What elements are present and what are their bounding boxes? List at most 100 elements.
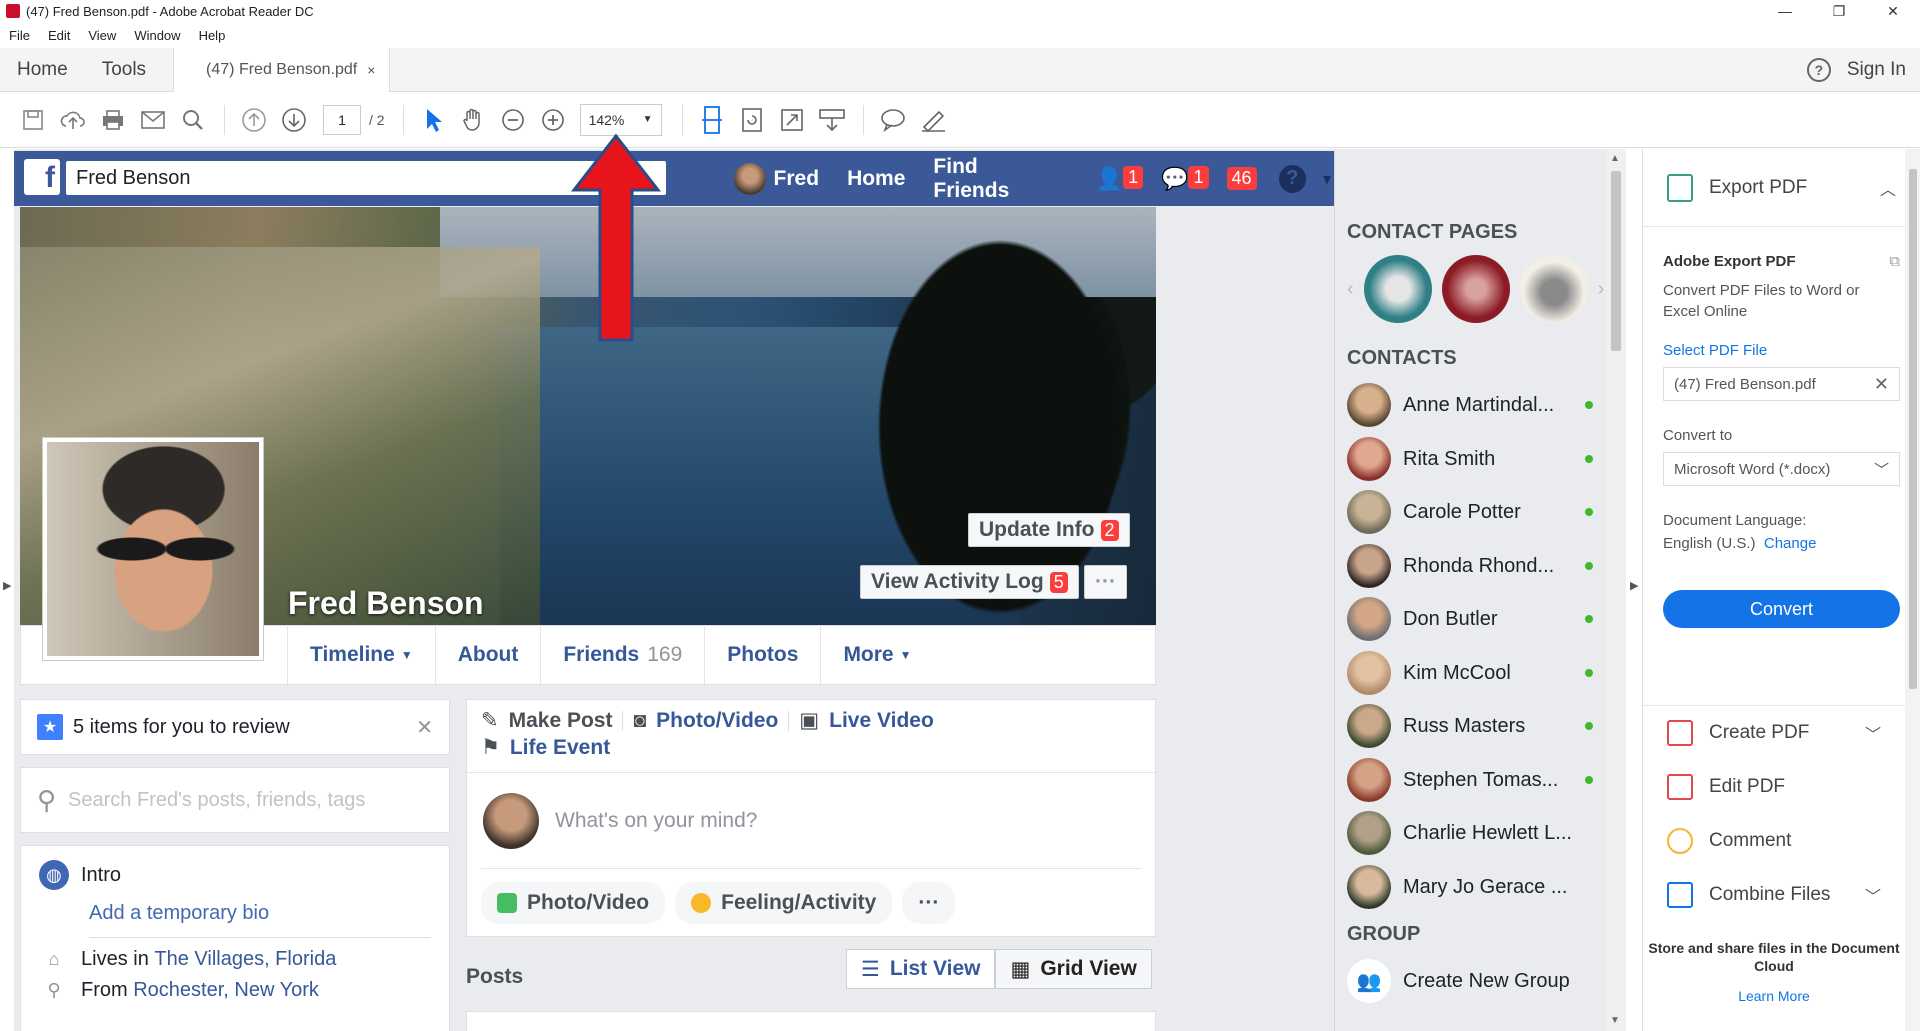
menu-help[interactable]: Help	[190, 28, 235, 43]
contact-item[interactable]: Don Butler	[1347, 597, 1593, 641]
format-dropdown[interactable]: Microsoft Word (*.docx) ﹀	[1663, 452, 1900, 486]
zoom-out-icon[interactable]	[494, 101, 532, 139]
tab-home[interactable]: Home	[0, 59, 85, 81]
contact-item[interactable]: Anne Martindal...	[1347, 383, 1593, 427]
make-post-tab[interactable]: Make Post	[509, 709, 613, 733]
more-options-button[interactable]: ···	[1084, 565, 1127, 599]
selected-file-field[interactable]: (47) Fred Benson.pdf ✕	[1663, 367, 1900, 401]
chevron-right-icon[interactable]: ›	[1598, 278, 1605, 301]
lives-in-link[interactable]: The Villages, Florida	[154, 948, 336, 971]
contact-item[interactable]: Rhonda Rhond...	[1347, 544, 1593, 588]
profile-search-card[interactable]: ⚲ Search Fred's posts, friends, tags	[20, 767, 450, 833]
grid-view-button[interactable]: ▦ Grid View	[995, 949, 1152, 989]
copy-icon[interactable]: ⧉	[1889, 253, 1900, 270]
tab-about[interactable]: About	[434, 625, 541, 685]
contact-page-image[interactable]	[1441, 255, 1510, 323]
from-link[interactable]: Rochester, New York	[133, 979, 319, 1002]
photo-video-tab[interactable]: Photo/Video	[656, 709, 778, 733]
dismiss-icon[interactable]: ✕	[416, 715, 433, 740]
combine-files-tool[interactable]: Combine Files ﹀	[1643, 868, 1905, 922]
minimize-button[interactable]: —	[1758, 0, 1812, 22]
activity-log-button[interactable]: View Activity Log 5	[860, 565, 1079, 599]
print-icon[interactable]	[94, 101, 132, 139]
scroll-up-icon[interactable]: ▲	[1610, 153, 1620, 164]
feeling-activity-button[interactable]: Feeling/Activity	[675, 881, 893, 924]
chevron-down-icon[interactable]: ﹀	[1865, 883, 1881, 907]
notifications-button[interactable]: 46	[1226, 167, 1257, 190]
page-number-input[interactable]: 1	[323, 104, 361, 135]
read-mode-icon[interactable]	[813, 101, 851, 139]
chevron-down-icon[interactable]: ﹀	[1865, 721, 1881, 745]
select-cursor-icon[interactable]	[414, 101, 452, 139]
profile-picture[interactable]	[42, 437, 264, 661]
update-info-button[interactable]: Update Info 2	[968, 513, 1130, 547]
save-icon[interactable]	[14, 101, 52, 139]
tab-more[interactable]: More ▼	[820, 625, 933, 685]
previous-page-icon[interactable]	[235, 101, 273, 139]
select-file-link[interactable]: Select PDF File	[1663, 342, 1900, 359]
menu-view[interactable]: View	[79, 28, 125, 43]
contact-item[interactable]: Russ Masters	[1347, 704, 1593, 748]
convert-button[interactable]: Convert	[1663, 590, 1900, 628]
menu-edit[interactable]: Edit	[39, 28, 79, 43]
status-input[interactable]: What's on your mind?	[467, 772, 1155, 868]
scrollbar-thumb[interactable]	[1909, 169, 1917, 689]
hand-tool-icon[interactable]	[454, 101, 492, 139]
contact-page-image[interactable]	[1519, 255, 1588, 323]
search-icon[interactable]	[174, 101, 212, 139]
edit-pdf-tool[interactable]: Edit PDF	[1643, 760, 1905, 814]
contact-item[interactable]: Rita Smith	[1347, 437, 1593, 481]
document-viewport[interactable]: ▶ f Fred Benson Fred Home Find Friends 👤…	[0, 149, 1640, 1031]
email-icon[interactable]	[134, 101, 172, 139]
add-bio-link[interactable]: Add a temporary bio	[89, 902, 431, 925]
scroll-down-icon[interactable]: ▼	[1610, 1015, 1620, 1026]
create-pdf-tool[interactable]: Create PDF ﹀	[1643, 706, 1905, 760]
menu-window[interactable]: Window	[125, 28, 189, 43]
change-language-link[interactable]: Change	[1764, 535, 1817, 552]
contact-item[interactable]: Carole Potter	[1347, 490, 1593, 534]
document-scrollbar[interactable]: ▲ ▼	[1606, 149, 1626, 1031]
contact-item[interactable]: Stephen Tomas...	[1347, 758, 1593, 802]
tab-friends[interactable]: Friends 169	[540, 625, 704, 685]
live-video-tab[interactable]: Live Video	[829, 709, 934, 733]
zoom-dropdown[interactable]: 142% ▼	[579, 103, 662, 136]
comment-icon[interactable]	[874, 101, 912, 139]
learn-more-link[interactable]: Learn More	[1643, 987, 1905, 1005]
left-panel-toggle[interactable]: ▶	[0, 149, 14, 1031]
full-screen-icon[interactable]	[773, 101, 811, 139]
tab-document[interactable]: (47) Fred Benson.pdf ×	[173, 47, 391, 92]
nav-user-link[interactable]: Fred	[774, 167, 820, 191]
nav-find-friends-link[interactable]: Find Friends	[933, 155, 1057, 203]
tab-timeline[interactable]: Timeline ▼	[287, 625, 435, 685]
chevron-up-icon[interactable]: ︿	[1880, 176, 1896, 200]
close-window-button[interactable]: ✕	[1866, 0, 1920, 22]
create-group-button[interactable]: 👥 Create New Group	[1347, 959, 1593, 1003]
nav-home-link[interactable]: Home	[847, 167, 905, 191]
restore-button[interactable]: ❐	[1812, 0, 1866, 22]
comment-tool[interactable]: Comment	[1643, 814, 1905, 868]
question-icon[interactable]: ?	[1278, 164, 1307, 193]
tab-photos[interactable]: Photos	[704, 625, 820, 685]
clear-file-icon[interactable]: ✕	[1874, 374, 1889, 395]
contact-page-image[interactable]	[1363, 255, 1432, 323]
more-composer-button[interactable]: ···	[902, 881, 956, 924]
help-icon[interactable]: ?	[1806, 57, 1831, 82]
scrolling-mode-icon[interactable]	[693, 101, 731, 139]
close-tab-icon[interactable]: ×	[367, 62, 375, 78]
contact-item[interactable]: Mary Jo Gerace ...	[1347, 865, 1593, 909]
highlight-pen-icon[interactable]	[914, 101, 952, 139]
zoom-in-icon[interactable]	[534, 101, 572, 139]
friend-requests-button[interactable]: 👤 1	[1096, 165, 1144, 192]
sign-in-button[interactable]: Sign In	[1847, 59, 1906, 81]
contact-item[interactable]: Kim McCool	[1347, 651, 1593, 695]
export-pdf-header[interactable]: Export PDF ︿	[1643, 149, 1920, 227]
menu-file[interactable]: File	[0, 28, 39, 43]
messages-button[interactable]: 💬 1	[1161, 165, 1209, 192]
scrollbar-thumb[interactable]	[1611, 171, 1621, 351]
right-panel-toggle[interactable]: ▶	[1626, 149, 1640, 1031]
upload-cloud-icon[interactable]	[54, 101, 92, 139]
review-card[interactable]: ★ 5 items for you to review ✕	[20, 699, 450, 755]
rotate-view-icon[interactable]	[733, 101, 771, 139]
chevron-down-icon[interactable]: ▼	[1320, 171, 1334, 187]
photo-video-button[interactable]: Photo/Video	[481, 881, 666, 924]
